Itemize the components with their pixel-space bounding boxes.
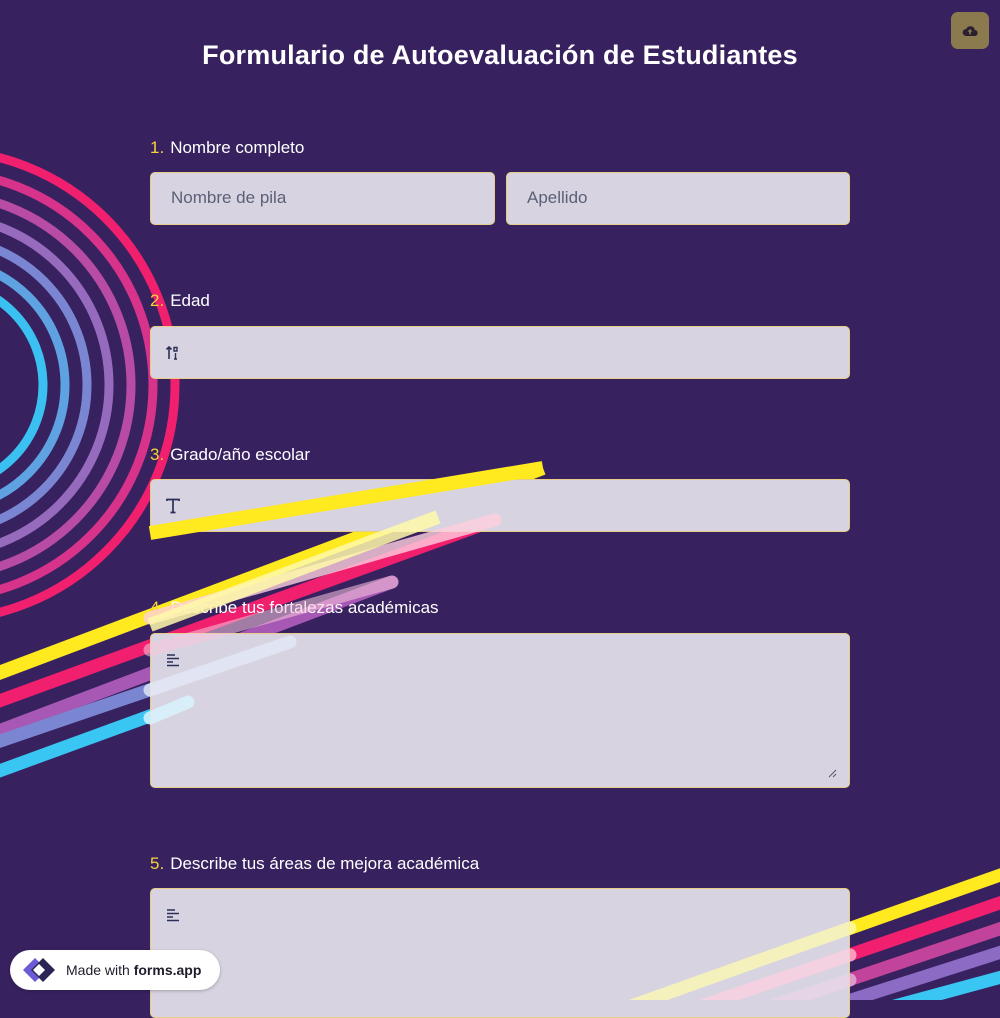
question-2-label: 2. Edad bbox=[150, 291, 210, 311]
made-with-forms-app-badge[interactable]: Made with forms.app bbox=[10, 950, 220, 990]
first-name-placeholder: Nombre de pila bbox=[171, 188, 287, 207]
last-name-placeholder: Apellido bbox=[527, 188, 588, 207]
paragraph-icon bbox=[167, 909, 179, 922]
grade-field[interactable] bbox=[150, 479, 850, 532]
brand-name: forms.app bbox=[133, 962, 202, 978]
text-input-icon bbox=[166, 498, 180, 514]
improvement-areas-textarea[interactable] bbox=[150, 888, 850, 1018]
age-field[interactable] bbox=[150, 326, 850, 379]
page-title: Formulario de Autoevaluación de Estudian… bbox=[202, 40, 798, 70]
question-1-label: 1. Nombre completo bbox=[150, 138, 304, 158]
question-number: 1. bbox=[150, 138, 165, 157]
number-input-icon bbox=[165, 345, 178, 360]
question-text: Describe tus fortalezas académicas bbox=[170, 598, 439, 617]
question-3-label: 3. Grado/año escolar bbox=[150, 445, 310, 465]
last-name-field[interactable]: Apellido bbox=[506, 172, 850, 225]
question-number: 2. bbox=[150, 291, 165, 310]
question-text: Nombre completo bbox=[170, 138, 305, 157]
resize-handle-icon[interactable] bbox=[827, 768, 837, 778]
question-number: 5. bbox=[150, 854, 165, 873]
question-text: Edad bbox=[170, 291, 210, 310]
first-name-field[interactable]: Nombre de pila bbox=[150, 172, 495, 225]
question-5-label: 5. Describe tus áreas de mejora académica bbox=[150, 854, 479, 874]
save-progress-button[interactable] bbox=[951, 12, 989, 49]
question-text: Grado/año escolar bbox=[170, 445, 311, 464]
question-text: Describe tus áreas de mejora académica bbox=[170, 854, 480, 873]
made-with-label: Made with bbox=[66, 962, 130, 978]
paragraph-icon bbox=[167, 654, 179, 667]
badge-text: Made with forms.app bbox=[66, 962, 201, 978]
question-number: 3. bbox=[150, 445, 165, 464]
question-4-label: 4. Describe tus fortalezas académicas bbox=[150, 598, 439, 618]
forms-app-logo-icon bbox=[23, 958, 55, 982]
cloud-upload-icon bbox=[962, 25, 978, 36]
question-number: 4. bbox=[150, 598, 165, 617]
strengths-textarea[interactable] bbox=[150, 633, 850, 788]
